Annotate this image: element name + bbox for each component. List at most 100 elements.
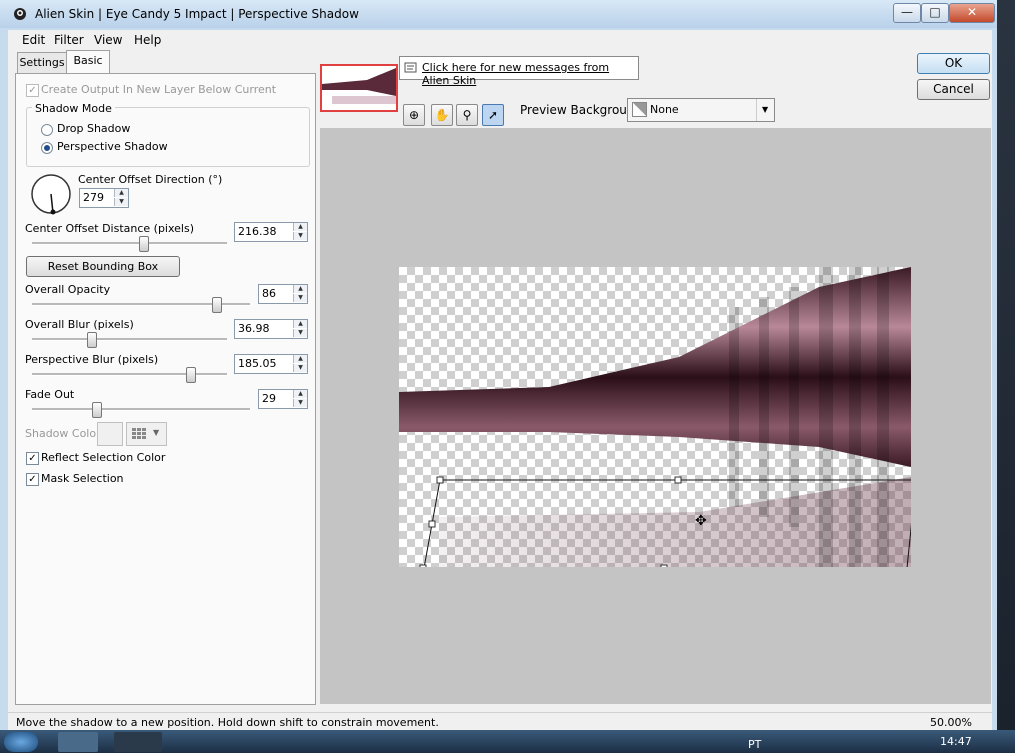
spin-up-icon[interactable]: ▲ <box>293 285 307 293</box>
close-button[interactable]: ✕ <box>949 3 995 23</box>
zoom-tool-button[interactable]: ⚲ <box>456 104 478 126</box>
title-bar[interactable]: Alien Skin | Eye Candy 5 Impact | Perspe… <box>0 0 997 28</box>
spin-up-icon[interactable]: ▲ <box>293 355 307 363</box>
menu-help[interactable]: Help <box>134 33 161 47</box>
perspective-blur-thumb[interactable] <box>186 367 196 383</box>
navigator-tool-button[interactable]: ⊕ <box>403 104 425 126</box>
hand-tool-button[interactable]: ✋ <box>431 104 453 126</box>
taskbar: PT 14:47 <box>0 730 1015 753</box>
perspective-blur-input[interactable]: 185.05 ▲ ▼ <box>234 354 308 374</box>
plugin-window: Alien Skin | Eye Candy 5 Impact | Perspe… <box>0 0 997 731</box>
magnifier-icon: ⚲ <box>462 108 472 122</box>
perspective-shadow-radio[interactable] <box>41 142 53 154</box>
spin-up-icon[interactable]: ▲ <box>293 320 307 328</box>
shadow-mode-title: Shadow Mode <box>32 102 115 115</box>
tab-strip: Settings Basic <box>15 50 315 74</box>
perspective-blur-track[interactable] <box>32 373 227 376</box>
spin-up-icon[interactable]: ▲ <box>293 223 307 231</box>
zoom-level: 50.00% <box>930 716 972 729</box>
spin-down-icon[interactable]: ▼ <box>293 232 307 240</box>
dropdown-arrow[interactable]: ▼ <box>756 99 775 121</box>
tab-settings[interactable]: Settings <box>17 52 67 73</box>
preview-image[interactable]: ✥ <box>399 267 911 567</box>
spin-down-icon[interactable]: ▼ <box>293 399 307 407</box>
message-icon <box>404 62 417 73</box>
desktop-edge <box>997 0 1015 730</box>
spin-up-icon[interactable]: ▲ <box>114 189 128 197</box>
checker-swatch-icon <box>632 102 647 117</box>
shadow-mode-group <box>26 107 310 167</box>
hand-icon: ✋ <box>434 108 450 122</box>
create-output-label: Create Output In New Layer Below Current <box>41 83 277 96</box>
tab-basic[interactable]: Basic <box>66 50 110 73</box>
fade-out-track[interactable] <box>32 408 250 411</box>
menu-bar: Edit Filter View Help <box>8 30 992 50</box>
cancel-button[interactable]: Cancel <box>917 79 990 100</box>
overall-opacity-input[interactable]: 86 ▲ ▼ <box>258 284 308 304</box>
menu-view[interactable]: View <box>94 33 122 47</box>
color-palette-button[interactable]: ▼ <box>126 422 167 446</box>
overall-blur-thumb[interactable] <box>87 332 97 348</box>
chevron-down-icon: ▼ <box>762 105 769 114</box>
messages-box: Click here for new messages from Alien S… <box>399 56 639 87</box>
status-bar: Move the shadow to a new position. Hold … <box>8 712 992 731</box>
spin-down-icon[interactable]: ▼ <box>114 198 128 206</box>
chevron-down-icon: ▼ <box>153 428 160 437</box>
window-title: Alien Skin | Eye Candy 5 Impact | Perspe… <box>35 7 359 21</box>
move-cursor-icon: ✥ <box>695 513 707 529</box>
spin-down-icon[interactable]: ▼ <box>293 294 307 302</box>
direction-dial[interactable] <box>30 173 72 215</box>
start-button[interactable] <box>4 732 38 752</box>
menu-edit[interactable]: Edit <box>22 33 45 47</box>
preview-background-select[interactable]: None ▼ <box>627 98 775 122</box>
menu-filter[interactable]: Filter <box>54 33 84 47</box>
overall-opacity-label: Overall Opacity <box>25 283 111 296</box>
reflect-selection-color-label: Reflect Selection Color <box>41 451 166 464</box>
perspective-shadow-label: Perspective Shadow <box>57 140 168 153</box>
clock[interactable]: 14:47 <box>940 735 972 748</box>
mask-selection-checkbox[interactable]: ✓ <box>26 473 39 486</box>
preview-artwork <box>399 267 911 567</box>
maximize-button[interactable]: □ <box>921 3 949 23</box>
fade-out-input[interactable]: 29 ▲ ▼ <box>258 389 308 409</box>
fade-out-label: Fade Out <box>25 388 75 401</box>
spin-up-icon[interactable]: ▲ <box>293 390 307 398</box>
drop-shadow-label: Drop Shadow <box>57 122 131 135</box>
create-output-checkbox[interactable]: ✓ <box>26 84 39 97</box>
center-offset-distance-input[interactable]: 216.38 ▲ ▼ <box>234 222 308 242</box>
shadow-color-label: Shadow Color <box>25 427 101 440</box>
shadow-color-swatch[interactable] <box>97 422 123 446</box>
basic-panel: ✓ Create Output In New Layer Below Curre… <box>15 73 316 705</box>
palette-grid-icon <box>132 428 146 439</box>
fade-out-thumb[interactable] <box>92 402 102 418</box>
center-offset-direction-input[interactable]: 279 ▲ ▼ <box>79 188 129 208</box>
overall-blur-label: Overall Blur (pixels) <box>25 318 134 331</box>
center-offset-distance-thumb[interactable] <box>139 236 149 252</box>
thumbnail-image <box>322 68 396 104</box>
minimize-button[interactable]: — <box>893 3 921 23</box>
reset-bounding-box-button[interactable]: Reset Bounding Box <box>26 256 180 277</box>
spin-down-icon[interactable]: ▼ <box>293 364 307 372</box>
explorer-taskbar-icon[interactable] <box>58 732 98 752</box>
arrow-cursor-icon: ➚ <box>487 108 499 122</box>
navigator-thumbnail[interactable] <box>320 64 398 112</box>
center-offset-direction-label: Center Offset Direction (°) <box>78 173 223 186</box>
center-offset-distance-label: Center Offset Distance (pixels) <box>25 222 195 235</box>
ok-button[interactable]: OK <box>917 53 990 74</box>
overall-blur-track[interactable] <box>32 338 227 341</box>
reflect-selection-color-checkbox[interactable]: ✓ <box>26 452 39 465</box>
mask-selection-label: Mask Selection <box>41 472 124 485</box>
drop-shadow-radio[interactable] <box>41 124 53 136</box>
perspective-blur-label: Perspective Blur (pixels) <box>25 353 159 366</box>
overall-opacity-thumb[interactable] <box>212 297 222 313</box>
language-indicator[interactable]: PT <box>748 738 761 751</box>
status-message: Move the shadow to a new position. Hold … <box>16 716 439 729</box>
overall-blur-input[interactable]: 36.98 ▲ ▼ <box>234 319 308 339</box>
navigator-icon: ⊕ <box>408 108 420 122</box>
messages-link[interactable]: Click here for new messages from Alien S… <box>422 61 638 87</box>
center-offset-distance-track[interactable] <box>32 242 227 245</box>
select-tool-button[interactable]: ➚ <box>482 104 504 126</box>
camera-taskbar-icon[interactable] <box>114 732 162 752</box>
spin-down-icon[interactable]: ▼ <box>293 329 307 337</box>
preview-background-value: None <box>650 103 679 116</box>
